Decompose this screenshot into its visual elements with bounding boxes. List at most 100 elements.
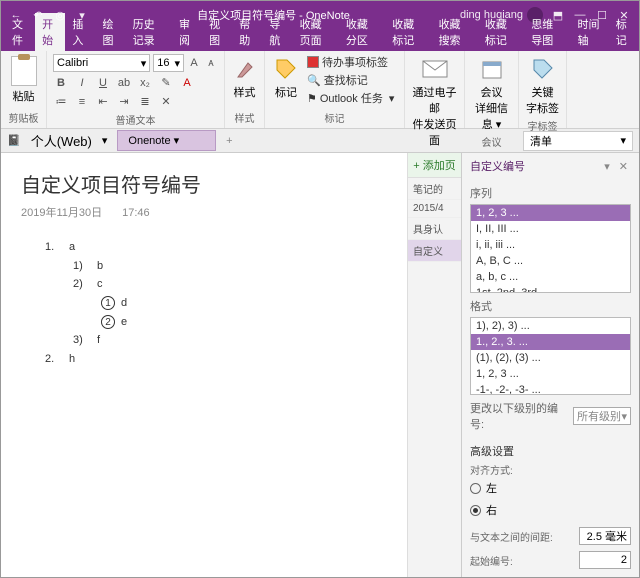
find-tag[interactable]: 🔍查找标记 [307, 72, 394, 88]
tab-7[interactable]: 帮助 [232, 13, 262, 51]
undo-icon[interactable]: ↶ [27, 9, 49, 22]
section-tab[interactable]: Onenote ▾ [117, 130, 216, 151]
tab-6[interactable]: 视图 [202, 13, 232, 51]
list-item[interactable]: 2e [101, 313, 387, 332]
apply-label: 更改以下级别的编号: [470, 400, 568, 432]
list-item[interactable]: 1)b [73, 257, 387, 276]
panel-close-icon[interactable]: ✕ [616, 161, 631, 173]
advanced-label: 高级设置 [470, 443, 631, 459]
add-section-icon[interactable]: + [226, 135, 232, 147]
format-list[interactable]: 1), 2), 3) ...1., 2., 3. ...(1), (2), (3… [470, 317, 631, 395]
touch-icon[interactable]: ◎ [49, 9, 71, 22]
outlook-task[interactable]: ⚑Outlook 任务 ▾ [307, 90, 394, 106]
ribbon: 粘贴 剪贴板 Calibri▾ 16▾ A ᴀ B I U ab x₂ ✎ A … [1, 51, 639, 129]
mail-icon [420, 54, 450, 84]
spacing-input[interactable] [579, 527, 631, 545]
font-size-select[interactable]: 16▾ [153, 54, 184, 72]
outdent-icon[interactable]: ⇤ [95, 94, 111, 110]
list-input[interactable]: 清单▾ [523, 131, 633, 151]
list-item[interactable]: 1d [101, 294, 387, 313]
flag-icon: ⚑ [307, 92, 317, 105]
list-item[interactable]: 3)f [73, 331, 387, 350]
fmt-option[interactable]: 1, 2, 3 ... [471, 366, 630, 382]
align-left-radio[interactable] [470, 483, 481, 494]
group-tags: 标记 待办事项标签 🔍查找标记 ⚑Outlook 任务 ▾ 标记 [265, 51, 405, 128]
user-name[interactable]: ding huqiang [460, 9, 523, 21]
email-button[interactable]: 通过电子邮件发送页面 [411, 54, 458, 148]
shrink-font-icon[interactable]: ᴀ [204, 55, 218, 71]
todo-tag[interactable]: 待办事项标签 [307, 54, 394, 70]
content: 自定义项目符号编号 2019年11月30日17:46 1.a1)b2)c1d2e… [1, 153, 639, 577]
group-clipboard: 粘贴 剪贴板 [1, 51, 47, 128]
grow-font-icon[interactable]: A [187, 55, 201, 71]
paste-button[interactable]: 粘贴 [7, 54, 40, 104]
tab-10[interactable]: 收藏分区 [339, 13, 385, 51]
page-list-item[interactable]: 2015/4 [408, 200, 461, 218]
page-list-item[interactable]: 自定义 [408, 240, 461, 262]
tab-5[interactable]: 审阅 [172, 13, 202, 51]
fmt-option[interactable]: -1-, -2-, -3- ... [471, 382, 630, 395]
panel-title: 自定义编号 [470, 158, 525, 174]
list-item[interactable]: 2)c [73, 275, 387, 294]
group-styles: 样式 样式 [225, 51, 265, 128]
font-name-select[interactable]: Calibri▾ [53, 54, 150, 72]
font-color-icon[interactable]: A [179, 75, 195, 91]
panel-dropdown-icon[interactable]: ▾ [601, 161, 613, 173]
tab-3[interactable]: 绘图 [95, 13, 125, 51]
list-item[interactable]: 2.h [45, 350, 387, 369]
calendar-icon [477, 54, 507, 84]
indent-icon[interactable]: ⇥ [116, 94, 132, 110]
italic-icon[interactable]: I [74, 75, 90, 91]
seq-option[interactable]: i, ii, iii ... [471, 237, 630, 253]
ribbon-toggle-icon[interactable]: ⬒ [547, 9, 569, 22]
minimize-icon[interactable]: — [569, 9, 591, 21]
underline-icon[interactable]: U [95, 75, 111, 91]
notebook-name[interactable]: 个人(Web) [31, 131, 92, 150]
seq-option[interactable]: A, B, C ... [471, 253, 630, 269]
tab-11[interactable]: 收藏标记 [385, 13, 431, 51]
group-font: Calibri▾ 16▾ A ᴀ B I U ab x₂ ✎ A ≔ ≡ ⇤ ⇥… [47, 51, 225, 128]
page-body[interactable]: 自定义项目符号编号 2019年11月30日17:46 1.a1)b2)c1d2e… [1, 153, 407, 577]
seq-option[interactable]: 1st, 2nd, 3rd ... [471, 285, 630, 293]
tag-icon [271, 54, 301, 84]
sequence-list[interactable]: 1, 2, 3 ...I, II, III ...i, ii, iii ...A… [470, 204, 631, 293]
clear-icon[interactable]: ✕ [158, 94, 174, 110]
apply-level-select[interactable]: 所有级别▾ [573, 407, 631, 425]
seq-option[interactable]: 1, 2, 3 ... [471, 205, 630, 221]
align-label: 对齐方式: [470, 462, 631, 477]
chevron-down-icon[interactable]: ▾ [102, 134, 108, 147]
format-label: 格式 [470, 298, 631, 314]
tag-button[interactable]: 标记 [271, 54, 301, 106]
more-icon[interactable]: ▾ [71, 9, 93, 22]
bold-icon[interactable]: B [53, 75, 69, 91]
fmt-option[interactable]: (1), (2), (3) ... [471, 350, 630, 366]
back-icon[interactable]: ← [5, 9, 27, 21]
tab-9[interactable]: 收藏页面 [293, 13, 339, 51]
list-item[interactable]: 1.a [45, 238, 387, 257]
tag2-icon [528, 54, 558, 84]
fmt-option[interactable]: 1., 2., 3. ... [471, 334, 630, 350]
page-list-item[interactable]: 笔记的 [408, 178, 461, 200]
styles-button[interactable]: 样式 [231, 54, 258, 100]
page-title[interactable]: 自定义项目符号编号 [21, 169, 387, 198]
seq-option[interactable]: I, II, III ... [471, 221, 630, 237]
numbered-list[interactable]: 1.a1)b2)c1d2e3)f2.h [21, 238, 387, 369]
strike-icon[interactable]: ab [116, 75, 132, 91]
align-icon[interactable]: ≣ [137, 94, 153, 110]
bullets-icon[interactable]: ≔ [53, 94, 69, 110]
numbering-icon[interactable]: ≡ [74, 94, 90, 110]
maximize-icon[interactable]: ☐ [591, 9, 613, 22]
start-input[interactable] [579, 551, 631, 569]
meeting-button[interactable]: 会议详细信息 ▾ [471, 54, 512, 132]
sub-icon[interactable]: x₂ [137, 75, 153, 91]
keyword-button[interactable]: 关键字标签 [525, 54, 560, 116]
add-page-button[interactable]: + 添加页 [408, 153, 461, 178]
tab-8[interactable]: 导航 [262, 13, 292, 51]
align-right-radio[interactable] [470, 505, 481, 516]
fmt-option[interactable]: 1), 2), 3) ... [471, 318, 630, 334]
page-list-item[interactable]: 具身认 [408, 218, 461, 240]
seq-option[interactable]: a, b, c ... [471, 269, 630, 285]
tab-4[interactable]: 历史记录 [126, 13, 172, 51]
highlight-icon[interactable]: ✎ [158, 75, 174, 91]
close-icon[interactable]: ✕ [613, 9, 635, 22]
